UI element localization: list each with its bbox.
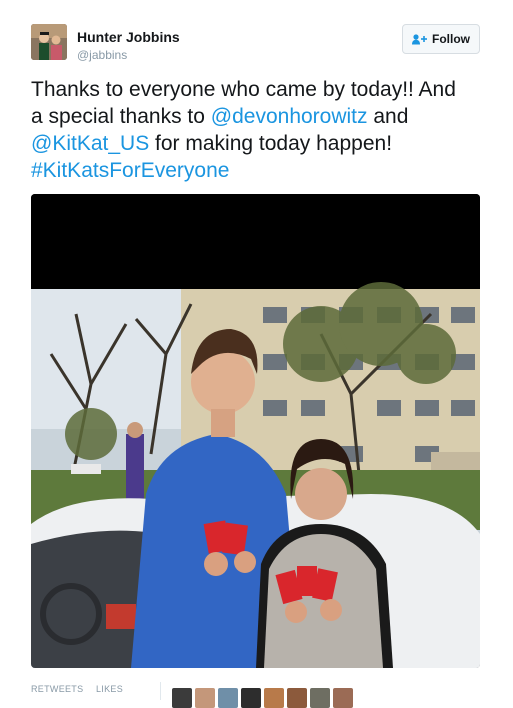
follow-button[interactable]: Follow — [402, 24, 480, 54]
retweets-label[interactable]: RETWEETS — [31, 684, 83, 694]
liker-avatars — [172, 688, 353, 708]
liker-avatar[interactable] — [195, 688, 215, 708]
tweet-text: Thanks to everyone who came by today!! A… — [31, 76, 491, 184]
stats-divider — [160, 682, 161, 700]
tweet-photo[interactable] — [31, 194, 480, 668]
tweet-text-line: #KitKatsForEveryone — [31, 157, 491, 184]
tweet-text-segment: a special thanks to — [31, 105, 211, 128]
author-handle[interactable]: @jabbins — [77, 48, 127, 62]
follow-button-label: Follow — [432, 32, 470, 46]
tweet-text-segment: Thanks to everyone who came by today!! A… — [31, 78, 456, 101]
add-user-icon — [412, 33, 427, 45]
tweet-text-line: @KitKat_US for making today happen! — [31, 130, 491, 157]
photo-image — [31, 194, 480, 668]
author-avatar[interactable] — [31, 24, 67, 60]
liker-avatar[interactable] — [333, 688, 353, 708]
tweet-text-segment: and — [367, 105, 409, 128]
tweet-text-segment: for making today happen! — [149, 132, 393, 155]
mention-link[interactable]: @KitKat_US — [31, 132, 149, 155]
liker-avatar[interactable] — [264, 688, 284, 708]
liker-avatar[interactable] — [218, 688, 238, 708]
liker-avatar[interactable] — [287, 688, 307, 708]
likes-label[interactable]: LIKES — [96, 684, 123, 694]
hashtag-link[interactable]: #KitKatsForEveryone — [31, 159, 229, 182]
liker-avatar[interactable] — [172, 688, 192, 708]
author-name[interactable]: Hunter Jobbins — [77, 29, 180, 45]
tweet-text-line: a special thanks to @devonhorowitz and — [31, 103, 491, 130]
liker-avatar[interactable] — [241, 688, 261, 708]
mention-link[interactable]: @devonhorowitz — [211, 105, 368, 128]
liker-avatar[interactable] — [310, 688, 330, 708]
avatar-image — [31, 24, 67, 60]
tweet-text-line: Thanks to everyone who came by today!! A… — [31, 76, 491, 103]
